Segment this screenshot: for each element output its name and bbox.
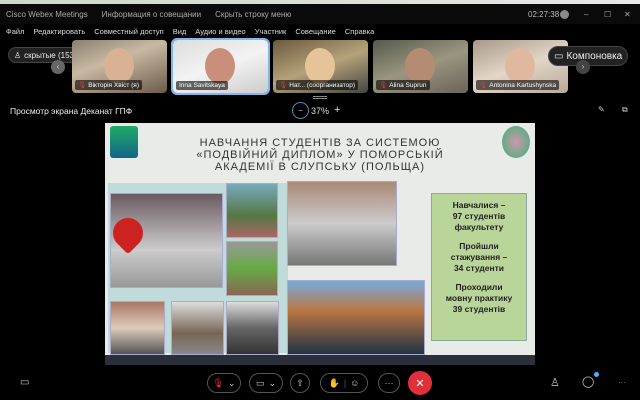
photo-picnic [226, 241, 278, 296]
avatar[interactable] [560, 9, 569, 19]
menu-view[interactable]: Вид [173, 27, 187, 36]
university-crest-left [110, 126, 138, 158]
fact-studied: Навчалися –97 студентів факультету [452, 200, 506, 232]
zoom-level: 37% [311, 106, 330, 116]
zoom-in-button[interactable]: + [334, 104, 340, 116]
mic-muted-icon: 🎙 [212, 377, 224, 388]
resize-handle[interactable] [313, 96, 327, 99]
menu-edit[interactable]: Редактировать [33, 27, 85, 36]
chevron-down-icon: ⌄ [268, 377, 277, 388]
mic-muted-icon: 🎙 [279, 82, 288, 89]
photo-selfie [110, 301, 165, 355]
meeting-info-button[interactable]: Информация о совещании [102, 10, 201, 19]
photo-students-building [287, 280, 425, 355]
mic-muted-icon: 🎙 [479, 82, 488, 89]
facts-box: Навчалися –97 студентів факультету Пройшл… [431, 193, 527, 341]
share-title: Просмотр экрана Деканат ГПФ [10, 106, 133, 116]
person-icon: ♙ [14, 50, 22, 60]
annotate-icon[interactable]: ✎ [598, 105, 605, 114]
raise-hand-icon[interactable]: ✋ [329, 378, 340, 389]
photo-church [226, 301, 279, 355]
slide-title-line: «ПОДВІЙНИЙ ДИПЛОМ» У ПОМОРСЬКІЙ [196, 149, 444, 161]
slide-title: НАВЧАННЯ СТУДЕНТІВ ЗА СИСТЕМОЮ «ПОДВІЙНИ… [145, 137, 495, 173]
share-icon: ⇧ [296, 377, 304, 388]
participant-tile[interactable]: 🎙 Нат... (соорганизатор) [273, 40, 368, 93]
mute-button[interactable]: 🎙 ⌄ [207, 373, 241, 393]
hide-menu-button[interactable]: Скрыть строку меню [215, 10, 291, 19]
menu-file[interactable]: Файл [6, 27, 24, 36]
participants-icon[interactable]: ♙ [550, 376, 560, 389]
fact-internship: Пройшли стажування –34 студенти [450, 241, 508, 273]
mic-muted-icon: 🎙 [78, 82, 87, 89]
slide-title-line: НАВЧАННЯ СТУДЕНТІВ ЗА СИСТЕМОЮ [199, 137, 441, 149]
close-icon[interactable]: ✕ [624, 10, 631, 19]
participant-tile-active[interactable]: Inna Savitskaya [171, 38, 270, 95]
photo-stairs [287, 181, 397, 266]
leave-meeting-button[interactable]: ✕ [408, 371, 432, 395]
captions-icon[interactable]: ▭ [20, 377, 29, 388]
title-bar: Cisco Webex Meetings Информация о совеща… [0, 4, 640, 24]
participant-name: Inna Savitskaya [179, 82, 225, 89]
reaction-icon[interactable]: ☺ [350, 378, 359, 388]
menu-meeting[interactable]: Совещание [295, 27, 336, 36]
layout-icon: ▭ [554, 50, 564, 62]
presenter-taskbar [105, 355, 535, 365]
more-icon: ··· [384, 378, 394, 388]
photo-group [226, 183, 278, 238]
notification-dot [594, 372, 599, 377]
menu-share[interactable]: Совместный доступ [94, 27, 163, 36]
pop-out-icon[interactable]: ⧉ [622, 105, 628, 115]
faculty-crest-right [502, 126, 530, 158]
minimize-icon[interactable]: – [584, 10, 588, 19]
photo-street [171, 301, 224, 355]
fact-language-practice: Проходили мовну практику 39 студентів [445, 282, 513, 314]
app-title: Cisco Webex Meetings [6, 9, 88, 19]
slide-title-line: АКАДЕМІЇ В СЛУПСЬКУ (ПОЛЬЩА) [214, 161, 426, 173]
participant-name: Нат... (соорганизатор) [289, 82, 356, 89]
shared-slide: НАВЧАННЯ СТУДЕНТІВ ЗА СИСТЕМОЮ «ПОДВІЙНИ… [105, 123, 535, 365]
chevron-down-icon: ⌄ [227, 377, 236, 388]
maximize-icon[interactable]: ☐ [604, 10, 611, 19]
more-options-button[interactable]: ··· [378, 373, 400, 393]
participant-tile[interactable]: 🎙 Вікторія Хвіст (я) [72, 40, 167, 93]
participant-name: Antonina Kartushynska [489, 82, 557, 89]
mic-muted-icon: 🎙 [379, 82, 388, 89]
meeting-timer: 02:27:38 [528, 9, 560, 19]
zoom-out-button[interactable]: − [292, 102, 309, 119]
menu-participant[interactable]: Участник [255, 27, 287, 36]
participant-name: Вікторія Хвіст (я) [88, 82, 139, 89]
menu-audio-video[interactable]: Аудио и видео [195, 27, 245, 36]
camera-icon: ▭ [255, 377, 265, 388]
share-button[interactable]: ⇧ [290, 373, 310, 393]
participant-name: Alina Suprun [389, 82, 427, 89]
video-button[interactable]: ▭ ⌄ [249, 373, 283, 393]
hidden-participants-label: скрытые (153) [24, 50, 77, 60]
more-panels-icon[interactable]: ··· [618, 378, 626, 387]
reactions-group[interactable]: ✋ | ☺ [320, 373, 368, 393]
menu-bar: Файл Редактировать Совместный доступ Вид… [0, 24, 640, 38]
layout-label: Компоновка [566, 50, 623, 62]
close-icon: ✕ [415, 377, 425, 390]
participant-tile[interactable]: 🎙 Alina Suprun [373, 40, 468, 93]
menu-help[interactable]: Справка [345, 27, 374, 36]
scroll-left-button[interactable]: ‹ [51, 60, 65, 74]
chat-icon[interactable]: ◯ [582, 375, 594, 388]
scroll-right-button[interactable]: › [576, 60, 590, 74]
